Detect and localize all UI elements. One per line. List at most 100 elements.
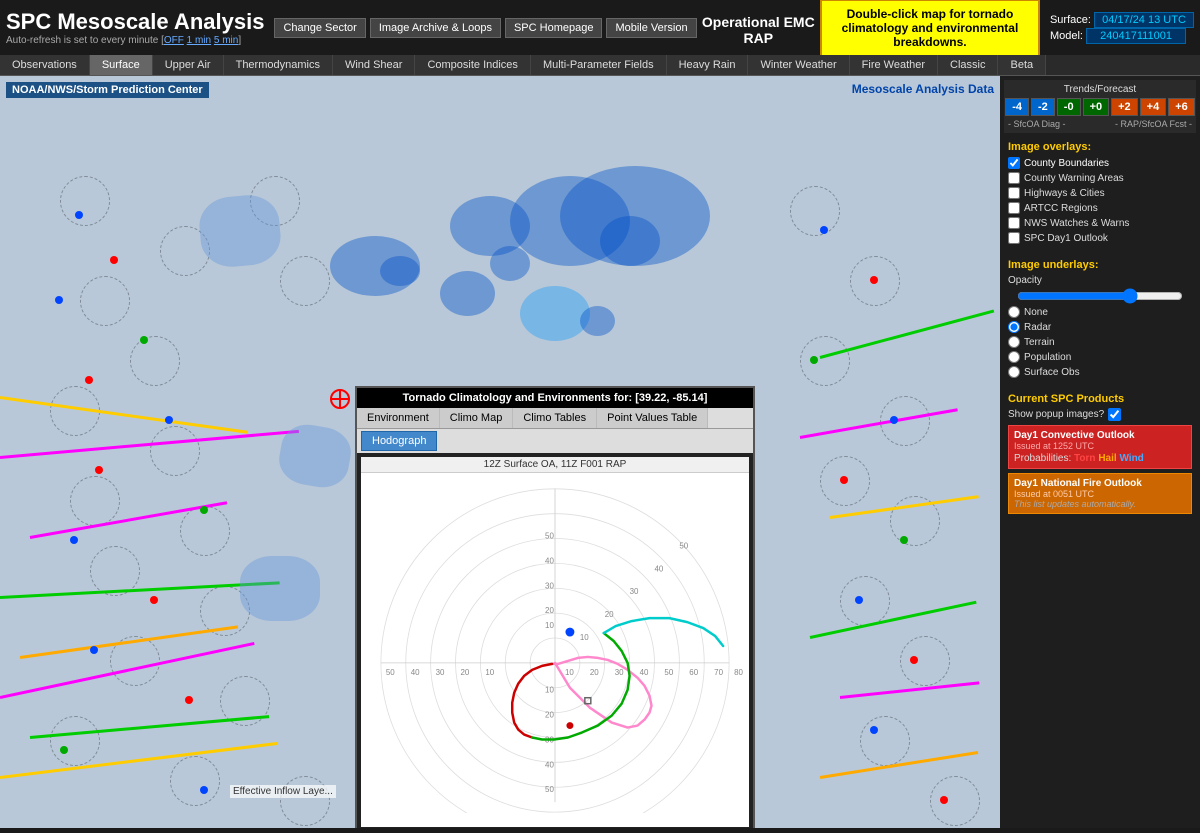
underlay-radio-none[interactable] [1008, 306, 1020, 318]
wind-circle [50, 716, 100, 766]
nav-button-spc-homepage[interactable]: SPC Homepage [505, 18, 603, 38]
popup-active-tab-row: Hodograph [357, 429, 753, 453]
nav-buttons: Change SectorImage Archive & LoopsSPC Ho… [274, 18, 696, 38]
wx-station [140, 336, 148, 344]
tab-observations[interactable]: Observations [0, 55, 90, 75]
wind-circle [150, 426, 200, 476]
nav-button-mobile-version[interactable]: Mobile Version [606, 18, 696, 38]
nav-button-image-archive-&-loops[interactable]: Image Archive & Loops [370, 18, 501, 38]
title-block: SPC Mesoscale Analysis Auto-refresh is s… [6, 9, 264, 46]
wx-station [60, 746, 68, 754]
tab-surface[interactable]: Surface [90, 55, 153, 75]
wx-station [820, 226, 828, 234]
hodograph-tab-button[interactable]: Hodograph [361, 431, 437, 451]
tab-classic[interactable]: Classic [938, 55, 998, 75]
front-line-yellow2 [0, 742, 278, 779]
svg-text:40: 40 [545, 556, 554, 565]
underlay-radio-population[interactable] [1008, 351, 1020, 363]
overlay-checkbox-county-warning[interactable] [1008, 172, 1020, 184]
overlay-checkbox-county-boundaries[interactable] [1008, 157, 1020, 169]
trend-btn-plus0[interactable]: +0 [1083, 98, 1110, 116]
tab-fire-weather[interactable]: Fire Weather [850, 55, 938, 75]
underlay-item-surface-obs: Surface Obs [1008, 366, 1192, 378]
spc-products-title: Current SPC Products [1008, 393, 1192, 405]
overlays-title: Image overlays: [1008, 141, 1192, 153]
wx-station [940, 796, 948, 804]
wind-circle [80, 276, 130, 326]
underlay-item-radar: Radar [1008, 321, 1192, 333]
autorefresh-text: Auto-refresh is set to every minute [OFF… [6, 35, 264, 46]
product-card-fire[interactable]: Day1 National Fire OutlookIssued at 0051… [1008, 473, 1192, 514]
underlay-radio-surface-obs[interactable] [1008, 366, 1020, 378]
overlay-label-highways[interactable]: Highways & Cities [1024, 188, 1105, 199]
tab-multi-parameter-fields[interactable]: Multi-Parameter Fields [531, 55, 667, 75]
underlay-label-radar[interactable]: Radar [1024, 322, 1051, 333]
svg-text:10: 10 [485, 668, 494, 677]
svg-text:10: 10 [565, 668, 574, 677]
trend-btn-plus4[interactable]: +4 [1140, 98, 1167, 116]
tab-heavy-rain[interactable]: Heavy Rain [667, 55, 749, 75]
overlay-label-artcc[interactable]: ARTCC Regions [1024, 203, 1098, 214]
opacity-slider[interactable] [1017, 288, 1183, 304]
wx-station [55, 296, 63, 304]
overlay-checkbox-spc-outlook[interactable] [1008, 232, 1020, 244]
underlay-label-population[interactable]: Population [1024, 352, 1071, 363]
show-popup-checkbox[interactable] [1108, 408, 1121, 421]
image-overlays-section: Image overlays: County Boundaries County … [1004, 137, 1196, 251]
overlay-checkbox-highways[interactable] [1008, 187, 1020, 199]
tab-winter-weather[interactable]: Winter Weather [748, 55, 849, 75]
model-value: 240417111001 [1086, 28, 1186, 44]
overlay-label-nws-watches[interactable]: NWS Watches & Warns [1024, 218, 1129, 229]
front-right-4 [810, 601, 977, 639]
autorefresh-off-link[interactable]: OFF [164, 35, 184, 46]
opacity-label: Opacity [1008, 275, 1192, 286]
underlay-radio-terrain[interactable] [1008, 336, 1020, 348]
overlay-label-spc-outlook[interactable]: SPC Day1 Outlook [1024, 233, 1108, 244]
wx-station [200, 506, 208, 514]
overlay-checkbox-nws-watches[interactable] [1008, 217, 1020, 229]
overlay-checkbox-artcc[interactable] [1008, 202, 1020, 214]
map-area[interactable]: NOAA/NWS/Storm Prediction Center Mesosca… [0, 76, 1000, 828]
tab-composite-indices[interactable]: Composite Indices [415, 55, 531, 75]
trend-btn-plus2[interactable]: +2 [1111, 98, 1138, 116]
tab-beta[interactable]: Beta [998, 55, 1046, 75]
wx-station [95, 466, 103, 474]
underlay-radio-radar[interactable] [1008, 321, 1020, 333]
overlay-item-county-boundaries: County Boundaries [1008, 157, 1192, 169]
trend-btn-plus6[interactable]: +6 [1168, 98, 1195, 116]
wind-circle [280, 776, 330, 826]
svg-text:20: 20 [545, 606, 554, 615]
svg-text:80: 80 [734, 668, 743, 677]
nav-button-change-sector[interactable]: Change Sector [274, 18, 365, 38]
trend-btn-minus4[interactable]: -4 [1005, 98, 1029, 116]
underlay-label-terrain[interactable]: Terrain [1024, 337, 1055, 348]
popup-tab-climo-map[interactable]: Climo Map [440, 408, 514, 428]
underlay-label-surface-obs[interactable]: Surface Obs [1024, 367, 1080, 378]
autorefresh-5min-link[interactable]: 5 min [214, 35, 238, 46]
underlay-label-none[interactable]: None [1024, 307, 1048, 318]
hodograph-chart-title: 12Z Surface OA, 11Z F001 RAP [361, 457, 749, 473]
hodograph-chart-area: 12Z Surface OA, 11Z F001 RAP [361, 457, 749, 827]
svg-text:10: 10 [545, 686, 554, 695]
overlay-item-artcc: ARTCC Regions [1008, 202, 1192, 214]
svg-text:50: 50 [664, 668, 673, 677]
overlay-label-county-boundaries[interactable]: County Boundaries [1024, 158, 1109, 169]
hodograph-svg: 10 20 30 40 50 50 40 30 20 10 10 [361, 473, 749, 813]
overlay-label-county-warning[interactable]: County Warning Areas [1024, 173, 1124, 184]
popup-tab-point-values-table[interactable]: Point Values Table [597, 408, 708, 428]
svg-text:20: 20 [590, 668, 599, 677]
product-title: Day1 National Fire Outlook [1014, 478, 1186, 489]
popup-tab-environment[interactable]: Environment [357, 408, 440, 428]
tab-wind-shear[interactable]: Wind Shear [333, 55, 415, 75]
map-background[interactable]: NOAA/NWS/Storm Prediction Center Mesosca… [0, 76, 1000, 828]
image-underlays-section: Image underlays: Opacity NoneRadarTerrai… [1004, 255, 1196, 385]
tab-thermodynamics[interactable]: Thermodynamics [224, 55, 333, 75]
autorefresh-1min-link[interactable]: 1 min [187, 35, 211, 46]
popup-tab-climo-tables[interactable]: Climo Tables [513, 408, 597, 428]
trend-btn-minus0[interactable]: -0 [1057, 98, 1081, 116]
center-header: Operational EMC RAP [697, 10, 820, 46]
tab-upper-air[interactable]: Upper Air [153, 55, 224, 75]
surface-value: 04/17/24 13 UTC [1094, 12, 1194, 28]
trend-btn-minus2[interactable]: -2 [1031, 98, 1055, 116]
product-card-convective[interactable]: Day1 Convective OutlookIssued at 1252 UT… [1008, 425, 1192, 469]
